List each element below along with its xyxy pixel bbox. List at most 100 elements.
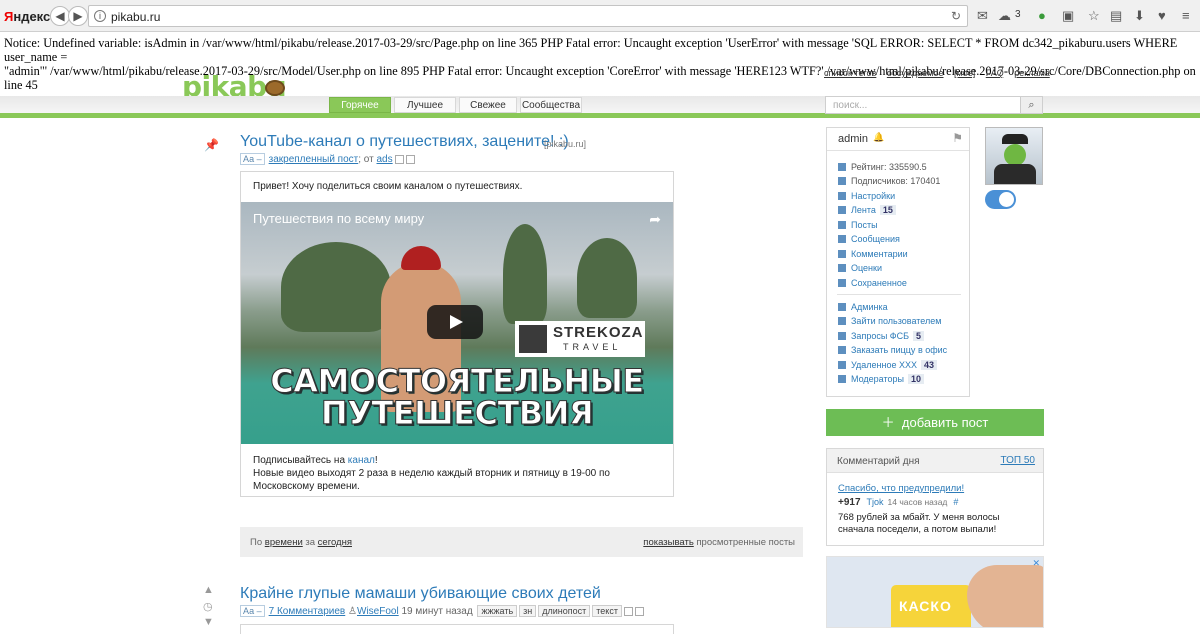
- comment-of-day-header: Комментарий дня ТОП 50: [827, 449, 1043, 473]
- search-input[interactable]: поиск...: [833, 100, 867, 111]
- menu-feed[interactable]: Лента 15: [838, 205, 896, 215]
- menu-label: Лента: [851, 205, 876, 215]
- flag-icon[interactable]: ⚑: [952, 131, 963, 145]
- clock-icon[interactable]: ◷: [203, 600, 213, 613]
- search-box[interactable]: поиск... ⌕: [825, 96, 1043, 114]
- comment-permalink[interactable]: #: [953, 497, 958, 507]
- reader-icon[interactable]: ▣: [1062, 8, 1074, 24]
- save-icon[interactable]: [623, 606, 633, 616]
- downvote-icon[interactable]: ▼: [203, 616, 214, 628]
- top-link-discussed[interactable]: обсуждаемое: [887, 68, 944, 78]
- channel-link[interactable]: канал: [348, 455, 375, 466]
- back-button[interactable]: ◀: [50, 6, 70, 26]
- menu-admin[interactable]: Админка: [838, 302, 888, 312]
- ad-banner[interactable]: КАСКО ✕: [826, 556, 1044, 628]
- username[interactable]: admin: [838, 133, 868, 145]
- menu-ratings[interactable]: Оценки: [838, 263, 882, 273]
- pocket-icon[interactable]: ♥: [1158, 8, 1166, 23]
- menu-posts[interactable]: Посты: [838, 220, 878, 230]
- schedule-text: Новые видео выходят 2 раза в неделю кажд…: [253, 468, 610, 492]
- extension-icon[interactable]: ●: [1038, 8, 1046, 23]
- comment-link[interactable]: Спасибо, что предупредили!: [838, 483, 964, 494]
- ratings-icon: [838, 264, 846, 272]
- divider: [827, 150, 969, 151]
- top-link-mine[interactable]: [моё]: [954, 68, 975, 78]
- post-title[interactable]: YouTube-канал о путешествиях, зацените! …: [240, 133, 569, 151]
- divider: [837, 294, 961, 295]
- tag-chip[interactable]: зн: [519, 605, 537, 617]
- tag-chip[interactable]: текст: [592, 605, 622, 617]
- post-title-2[interactable]: Крайне глупые мамаши убивающие своих дет…: [240, 585, 601, 603]
- menu-moderators[interactable]: Модераторы 10: [838, 374, 924, 384]
- top50-link[interactable]: ТОП 50: [1000, 455, 1035, 466]
- reload-icon[interactable]: ↻: [951, 9, 961, 23]
- top-link-faq[interactable]: FAQ: [986, 68, 1004, 78]
- menu-messages[interactable]: Сообщения: [838, 234, 900, 244]
- hand-image: [967, 565, 1043, 627]
- sort-today-link[interactable]: сегодня: [318, 537, 352, 548]
- rating-text: Рейтинг: 335590.5: [851, 162, 927, 172]
- play-button[interactable]: [427, 305, 483, 339]
- shield-icon: [838, 332, 846, 340]
- tag-chip[interactable]: длинопост: [538, 605, 591, 617]
- bell-icon[interactable]: 🔔: [873, 132, 884, 143]
- top-link-ads[interactable]: реклама: [1014, 68, 1050, 78]
- download-icon[interactable]: ⬇: [1134, 8, 1145, 24]
- settings-icon: [838, 192, 846, 200]
- comments-link[interactable]: 7 Комментариев: [269, 606, 346, 617]
- pinned-label[interactable]: закрепленный пост: [269, 154, 359, 165]
- avatar[interactable]: [985, 127, 1043, 185]
- island-rock: [281, 242, 391, 332]
- menu-label: Запросы ФСБ: [851, 331, 910, 341]
- tab-communities[interactable]: Сообщества: [520, 97, 582, 113]
- info-icon[interactable]: i: [94, 10, 106, 22]
- rating-stat: Рейтинг: 335590.5: [838, 162, 927, 172]
- post-source[interactable]: [pikabu.ru]: [544, 139, 586, 149]
- cloud-icon[interactable]: ☁: [998, 8, 1011, 24]
- font-size-toggle-2[interactable]: Аа –: [240, 605, 265, 617]
- share-icon[interactable]: ➦: [649, 211, 661, 228]
- shield-icon: [838, 361, 846, 369]
- menu-comments[interactable]: Комментарии: [838, 249, 908, 259]
- theme-toggle[interactable]: [985, 190, 1016, 209]
- top-link-tags[interactable]: список тегов: [824, 68, 876, 78]
- menu-fsb-requests[interactable]: Запросы ФСБ 5: [838, 331, 925, 341]
- sort-time-link[interactable]: времени: [265, 537, 303, 548]
- star-icon[interactable]: ☆: [1088, 8, 1100, 24]
- menu-login-as[interactable]: Зайти пользователем: [838, 316, 941, 326]
- menu-settings[interactable]: Настройки: [838, 191, 895, 201]
- deleted-count: 43: [921, 360, 938, 370]
- menu-label: Оценки: [851, 263, 882, 273]
- tab-best[interactable]: Лучшее: [394, 97, 456, 113]
- show-viewed-link[interactable]: показывать: [643, 537, 693, 548]
- post-author[interactable]: ads: [377, 154, 393, 165]
- font-size-toggle[interactable]: Аа –: [240, 153, 265, 165]
- comment-author[interactable]: Tjok: [867, 497, 884, 507]
- fsb-count: 5: [913, 331, 925, 341]
- yandex-logo[interactable]: Яндекс: [4, 9, 50, 24]
- post-meta-2: Аа – 7 Комментариев ♙WiseFool 19 минут на…: [240, 605, 644, 617]
- video-player[interactable]: Путешествия по всему миру ➦ STREKOZA TRA…: [241, 202, 673, 444]
- upvote-icon[interactable]: ▲: [203, 584, 214, 596]
- menu-deleted[interactable]: Удаленное XXX 43: [838, 360, 938, 370]
- video-title[interactable]: Путешествия по всему миру: [253, 211, 424, 226]
- clipboard-icon[interactable]: ▤: [1110, 8, 1122, 24]
- tag-chip[interactable]: жжжать: [477, 605, 518, 617]
- expand-icon[interactable]: [634, 606, 644, 616]
- tab-fresh[interactable]: Свежее: [459, 97, 517, 113]
- post-author-2[interactable]: WiseFool: [357, 606, 399, 617]
- menu-order-pizza[interactable]: Заказать пиццу в офис: [838, 345, 947, 355]
- menu-saved[interactable]: Сохраненное: [838, 278, 907, 288]
- url-text[interactable]: pikabu.ru: [111, 10, 160, 24]
- save-icon[interactable]: [394, 154, 404, 164]
- address-bar[interactable]: i pikabu.ru ↻: [88, 5, 968, 27]
- expand-icon[interactable]: [405, 154, 415, 164]
- add-post-button[interactable]: ＋ добавить пост: [826, 409, 1044, 436]
- mail-icon[interactable]: ✉: [977, 8, 988, 24]
- ad-close-icon[interactable]: ✕: [1032, 558, 1040, 569]
- forward-button[interactable]: ▶: [68, 6, 88, 26]
- search-icon[interactable]: ⌕: [1020, 97, 1042, 113]
- tab-hot[interactable]: Горячее: [329, 97, 391, 113]
- menu-icon[interactable]: ≡: [1182, 8, 1190, 23]
- viewed-label: просмотренные посты: [696, 537, 795, 548]
